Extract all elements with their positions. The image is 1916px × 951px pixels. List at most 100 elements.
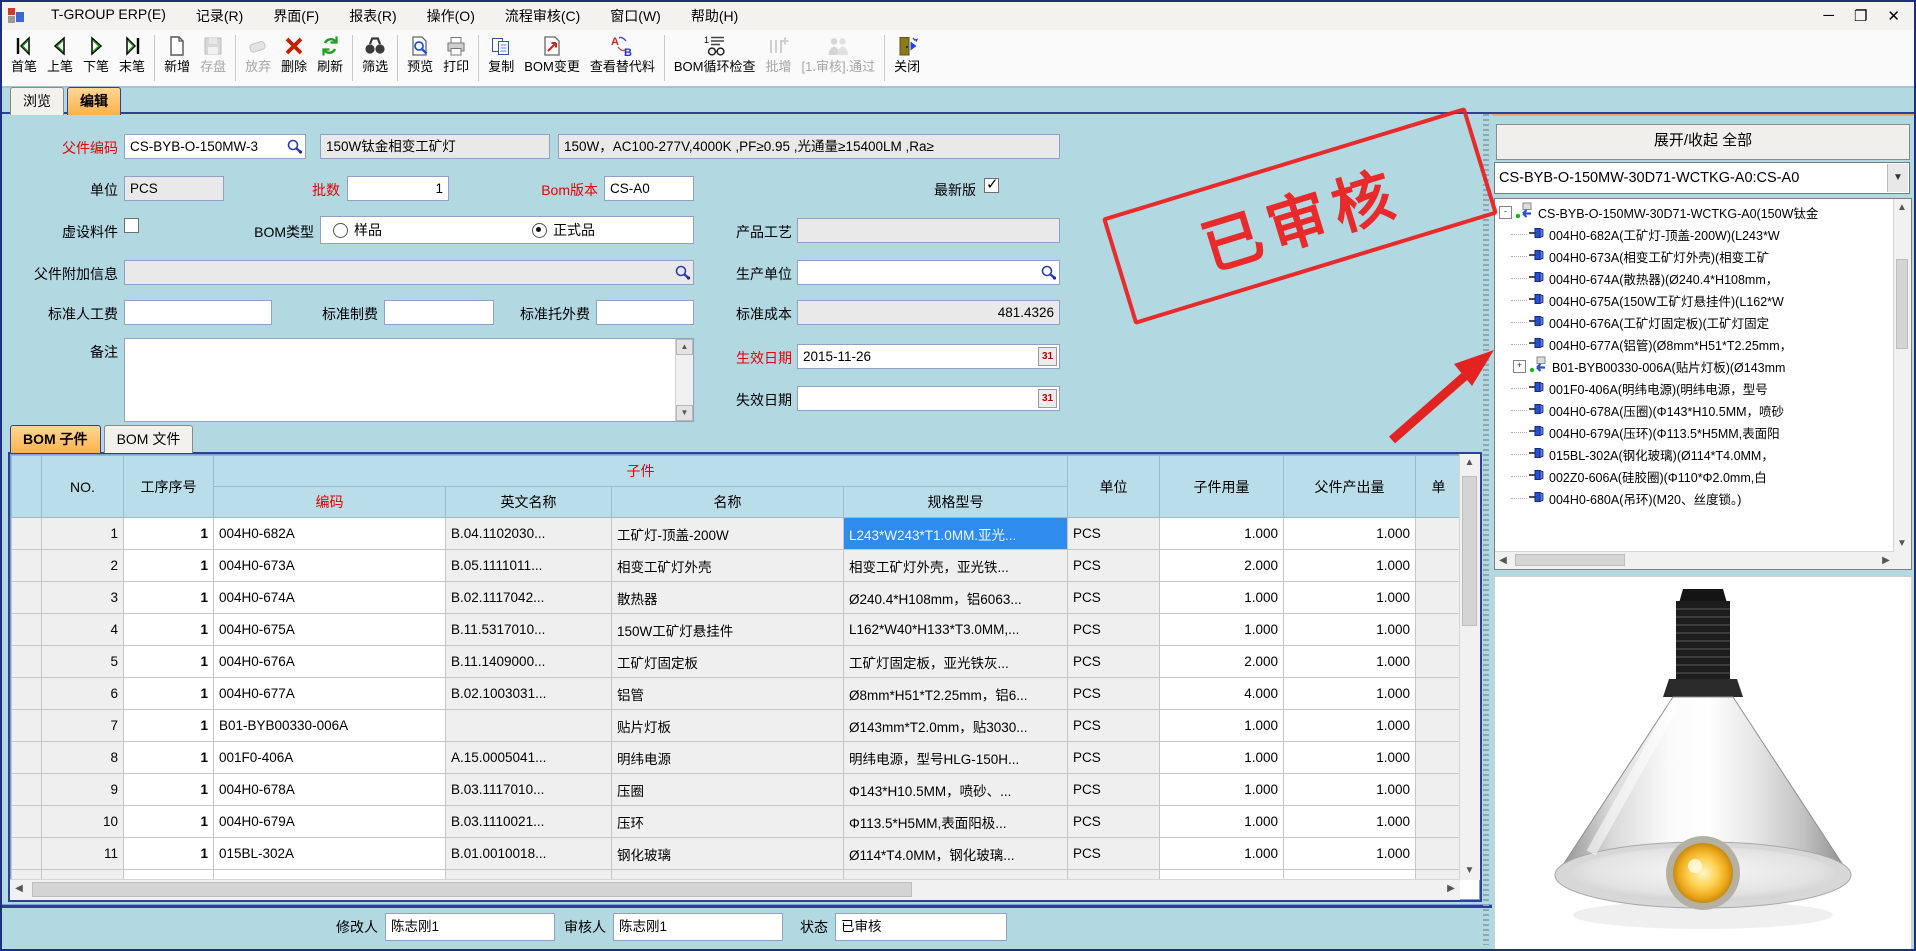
table-cell[interactable]: 1.000 <box>1160 582 1284 614</box>
std-mfg-field[interactable] <box>384 300 494 325</box>
table-cell[interactable]: 150W工矿灯悬挂件 <box>612 614 844 646</box>
expire-date-field[interactable]: 31 <box>797 386 1060 411</box>
minimize-button[interactable]: ─ <box>1823 7 1834 25</box>
table-cell[interactable]: B.11.5317010... <box>446 614 612 646</box>
table-cell[interactable]: 1.000 <box>1284 614 1416 646</box>
scroll-up-icon[interactable]: ▲ <box>1894 199 1910 215</box>
table-cell[interactable]: PCS <box>1068 710 1160 742</box>
close-door-button[interactable]: 关闭 <box>889 31 925 85</box>
table-cell[interactable]: 1 <box>124 774 214 806</box>
table-cell[interactable]: 1.000 <box>1160 710 1284 742</box>
tab-bom-children[interactable]: BOM 子件 <box>10 425 101 453</box>
copy-button[interactable]: 复制 <box>483 31 519 85</box>
table-row[interactable]: 101004H0-679AB.03.1110021...压环Φ113.5*H5M… <box>12 806 1462 838</box>
table-cell[interactable] <box>1416 614 1462 646</box>
tree-item[interactable]: 004H0-682A(工矿灯-顶盖-200W)(L243*W <box>1495 223 1894 245</box>
table-cell[interactable]: L162*W40*H133*T3.0MM,... <box>844 614 1068 646</box>
table-cell[interactable]: 9 <box>42 774 124 806</box>
search-icon[interactable] <box>285 137 304 156</box>
scroll-down-icon[interactable]: ▼ <box>1894 535 1910 551</box>
effective-date-field[interactable]: 2015-11-26 31 <box>797 344 1060 369</box>
table-row[interactable]: 31004H0-674AB.02.1117042...散热器Ø240.4*H10… <box>12 582 1462 614</box>
tab-bom-files[interactable]: BOM 文件 <box>104 425 194 453</box>
table-cell[interactable] <box>1416 838 1462 870</box>
bom-change-button[interactable]: BOM变更 <box>519 31 585 85</box>
table-cell[interactable]: 1 <box>124 518 214 550</box>
table-cell[interactable] <box>1416 806 1462 838</box>
table-cell[interactable]: A.15.0005041... <box>446 742 612 774</box>
table-cell[interactable]: Ø143mm*T2.0mm，贴3030... <box>844 710 1068 742</box>
table-cell[interactable]: 001F0-406A <box>214 742 446 774</box>
table-cell[interactable] <box>12 774 42 806</box>
table-cell[interactable]: Ø114*T4.0MM，钢化玻璃... <box>844 838 1068 870</box>
table-cell[interactable] <box>1416 646 1462 678</box>
table-cell[interactable]: PCS <box>1068 582 1160 614</box>
table-cell[interactable]: 5 <box>42 646 124 678</box>
table-cell[interactable]: PCS <box>1068 742 1160 774</box>
table-row[interactable]: 71B01-BYB00330-006A贴片灯板Ø143mm*T2.0mm，贴30… <box>12 710 1462 742</box>
bom-version-field[interactable]: CS-A0 <box>604 176 694 201</box>
tree-item[interactable]: 004H0-678A(压圈)(Φ143*H10.5MM，喷砂 <box>1495 399 1894 421</box>
table-cell[interactable]: PCS <box>1068 806 1160 838</box>
batch-field[interactable]: 1 <box>347 176 449 201</box>
tree-item[interactable]: -CS-BYB-O-150MW-30D71-WCTKG-A0(150W钛金 <box>1495 201 1894 223</box>
table-horizontal-scrollbar[interactable]: ◀ ▶ <box>10 879 1460 900</box>
tab-edit[interactable]: 编辑 <box>67 87 121 115</box>
latest-version-checkbox[interactable] <box>984 178 999 193</box>
scroll-down-icon[interactable]: ▼ <box>676 405 693 421</box>
table-cell[interactable]: 1.000 <box>1284 518 1416 550</box>
virtual-part-checkbox[interactable] <box>124 218 139 233</box>
table-cell[interactable]: 1.000 <box>1284 806 1416 838</box>
table-cell[interactable]: 1.000 <box>1284 774 1416 806</box>
table-cell[interactable]: 1 <box>124 582 214 614</box>
table-row[interactable]: 61004H0-677AB.02.1003031...铝管Ø8mm*H51*T2… <box>12 678 1462 710</box>
table-row[interactable]: 91004H0-678AB.03.1117010...压圈Φ143*H10.5M… <box>12 774 1462 806</box>
menu-item-4[interactable]: 操作(O) <box>412 2 490 30</box>
table-cell[interactable] <box>12 838 42 870</box>
prod-unit-field[interactable] <box>797 260 1060 285</box>
table-cell[interactable] <box>1416 678 1462 710</box>
table-cell[interactable]: 1.000 <box>1284 742 1416 774</box>
tree-item[interactable]: 004H0-676A(工矿灯固定板)(工矿灯固定 <box>1495 311 1894 333</box>
table-cell[interactable]: 相变工矿灯外壳 <box>612 550 844 582</box>
table-cell[interactable]: 11 <box>42 838 124 870</box>
table-cell[interactable]: B.03.1110021... <box>446 806 612 838</box>
table-cell[interactable]: 工矿灯-顶盖-200W <box>612 518 844 550</box>
panel-splitter[interactable] <box>1483 114 1489 945</box>
chevron-down-icon[interactable]: ▼ <box>1887 164 1908 192</box>
table-cell[interactable]: 1 <box>124 550 214 582</box>
table-cell[interactable]: 压环 <box>612 806 844 838</box>
table-cell[interactable]: 004H0-676A <box>214 646 446 678</box>
menu-item-0[interactable]: T-GROUP ERP(E) <box>36 2 181 30</box>
close-button[interactable]: ✕ <box>1887 7 1900 25</box>
table-cell[interactable] <box>1416 774 1462 806</box>
table-cell[interactable]: PCS <box>1068 614 1160 646</box>
tree-item[interactable]: 004H0-673A(相变工矿灯外壳)(相变工矿 <box>1495 245 1894 267</box>
col-header-no[interactable]: NO. <box>42 456 124 518</box>
table-cell[interactable]: 1.000 <box>1284 710 1416 742</box>
table-cell[interactable]: 2 <box>42 550 124 582</box>
table-cell[interactable]: 3 <box>42 582 124 614</box>
search-icon[interactable] <box>1039 263 1058 282</box>
preview-button[interactable]: 预览 <box>402 31 438 85</box>
parent-code-field[interactable]: CS-BYB-O-150MW-3 <box>124 134 306 159</box>
table-cell[interactable]: 1 <box>124 646 214 678</box>
last-record-button[interactable]: 末笔 <box>114 31 150 85</box>
table-cell[interactable] <box>12 806 42 838</box>
table-cell[interactable]: 8 <box>42 742 124 774</box>
table-row[interactable]: 11004H0-682AB.04.1102030...工矿灯-顶盖-200WL2… <box>12 518 1462 550</box>
collapse-icon[interactable]: - <box>1499 206 1512 219</box>
col-header-qty[interactable]: 子件用量 <box>1160 456 1284 518</box>
table-row[interactable]: 111015BL-302AB.01.0010018...钢化玻璃Ø114*T4.… <box>12 838 1462 870</box>
table-cell[interactable]: 015BL-302A <box>214 838 446 870</box>
table-cell[interactable] <box>12 710 42 742</box>
col-header-unit[interactable]: 单位 <box>1068 456 1160 518</box>
table-cell[interactable]: 004H0-674A <box>214 582 446 614</box>
search-icon[interactable] <box>673 263 692 282</box>
table-cell[interactable]: Ø8mm*H51*T2.25mm，铝6... <box>844 678 1068 710</box>
table-cell[interactable]: 2.000 <box>1160 646 1284 678</box>
table-cell[interactable] <box>12 582 42 614</box>
calendar-icon[interactable]: 31 <box>1038 347 1057 366</box>
maximize-button[interactable]: ❐ <box>1854 7 1867 25</box>
table-cell[interactable]: 7 <box>42 710 124 742</box>
